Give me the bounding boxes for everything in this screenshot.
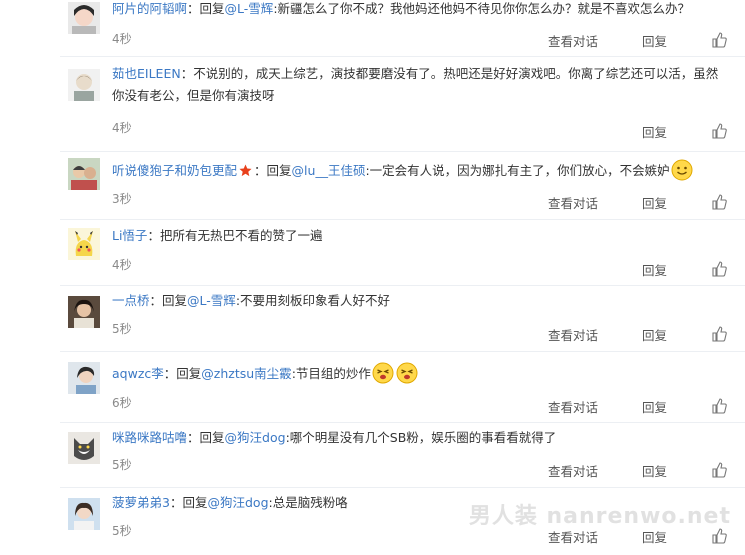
reply-link[interactable]: 回复 — [642, 260, 667, 279]
like-icon[interactable] — [711, 261, 727, 277]
comment-username[interactable]: 听说傻狍子和奶包更配 — [112, 163, 237, 178]
avatar[interactable] — [68, 2, 100, 34]
separator: ： — [254, 163, 267, 178]
like-icon[interactable] — [711, 194, 727, 210]
comment-text: 茹也EILEEN：不说别的，成天上综艺，演技都要磨没有了。热吧还是好好演戏吧。你… — [112, 63, 725, 107]
view-dialog-link[interactable]: 查看对话 — [548, 193, 598, 212]
view-dialog-link[interactable]: 查看对话 — [548, 397, 598, 416]
separator: ： — [187, 430, 200, 445]
comment-username[interactable]: 菠萝弟弟3 — [112, 495, 170, 510]
avatar[interactable] — [68, 432, 100, 464]
like-icon[interactable] — [711, 32, 727, 48]
comment-username[interactable]: 茹也EILEEN — [112, 66, 181, 81]
comment-item: 茹也EILEEN：不说别的，成天上综艺，演技都要磨没有了。热吧还是好好演戏吧。你… — [60, 57, 745, 152]
comment-actions: 查看对话 回复 — [504, 29, 727, 51]
comment-item: aqwzc李：回复@zhztsu南尘霰:节目组的炒作 6秒 查看对话 回复 — [60, 352, 745, 423]
comment-text: 听说傻狍子和奶包更配 ：回复@lu__王佳硕:一定会有人说，因为娜扎有主了，你们放… — [112, 159, 725, 182]
like-icon[interactable] — [711, 123, 727, 139]
comment-username[interactable]: Li悟子 — [112, 228, 147, 243]
timestamp: 4秒 — [112, 32, 132, 46]
view-dialog-link[interactable]: 查看对话 — [548, 461, 598, 480]
avatar[interactable] — [68, 228, 100, 260]
like-icon[interactable] — [711, 326, 727, 342]
reply-link[interactable]: 回复 — [642, 397, 667, 416]
mention-link[interactable]: @狗汪dog — [207, 495, 268, 510]
reply-link[interactable]: 回复 — [642, 193, 667, 212]
comment-text: 阿片的阿韬啊：回复@L-雪辉:新疆怎么了你不成？我他妈还他妈不待见你你怎么办？就… — [112, 0, 725, 20]
separator: ： — [169, 495, 183, 510]
reply-prefix: 回复 — [199, 1, 225, 16]
comment-username[interactable]: aqwzc李 — [112, 366, 164, 381]
avatar[interactable] — [68, 296, 100, 328]
comment-actions: 回复 — [598, 258, 727, 280]
comment-item: 一点桥：回复@L-雪辉:不要用刻板印象看人好不好 5秒 查看对话 回复 — [60, 286, 745, 352]
comment-username[interactable]: 一点桥 — [112, 293, 150, 308]
timestamp: 6秒 — [112, 396, 132, 410]
reply-prefix: 回复 — [182, 495, 208, 510]
timestamp: 4秒 — [112, 121, 132, 135]
comment-body: :新疆怎么了你不成？我他妈还他妈不待见你你怎么办？就是不喜欢怎么办？ — [273, 1, 691, 16]
timestamp: 5秒 — [112, 322, 132, 336]
comment-actions: 回复 — [598, 120, 727, 142]
comment-actions: 查看对话 回复 — [504, 459, 727, 481]
timestamp: 3秒 — [112, 192, 132, 206]
separator: ： — [163, 366, 177, 381]
like-icon[interactable] — [711, 528, 727, 544]
like-icon[interactable] — [711, 462, 727, 478]
like-icon[interactable] — [711, 398, 727, 414]
separator: ： — [147, 228, 160, 243]
comment-body: :一定会有人说，因为娜扎有主了，你们放心，不会嫉妒 — [365, 163, 670, 178]
mention-link[interactable]: @L-雪辉 — [187, 293, 236, 308]
reply-link[interactable]: 回复 — [642, 122, 667, 141]
vip-star-icon — [239, 162, 252, 177]
comment-body: :不要用刻板印象看人好不好 — [235, 293, 391, 308]
timestamp: 5秒 — [112, 524, 132, 538]
comment-actions: 查看对话 回复 — [504, 395, 727, 417]
mention-link[interactable]: @zhztsu南尘霰 — [201, 366, 291, 381]
comment-body: :总是脑残粉咯 — [268, 495, 348, 510]
avatar[interactable] — [68, 362, 100, 394]
mention-link[interactable]: @L-雪辉 — [225, 1, 274, 16]
reply-link[interactable]: 回复 — [642, 31, 667, 50]
avatar[interactable] — [68, 498, 100, 530]
avatar[interactable] — [68, 69, 100, 101]
reply-link[interactable]: 回复 — [642, 461, 667, 480]
comment-username[interactable]: 阿片的阿韬啊 — [112, 1, 187, 16]
separator: ： — [149, 293, 163, 308]
separator: ： — [187, 1, 200, 16]
comment-body: :节目组的炒作 — [291, 366, 371, 381]
laugh-emoji-icon — [372, 362, 394, 384]
mention-link[interactable]: @lu__王佳硕 — [292, 163, 366, 178]
watermark: 男人装 nanrenwo.net — [468, 504, 731, 529]
comment-body: :哪个明星没有几个SB粉，娱乐圈的事看看就得了 — [285, 430, 557, 445]
smile-emoji-icon — [671, 159, 693, 181]
separator: ： — [180, 66, 194, 81]
timestamp: 5秒 — [112, 458, 132, 472]
comment-text: 咪路咪路咕噜：回复@狗汪dog:哪个明星没有几个SB粉，娱乐圈的事看看就得了 — [112, 427, 725, 449]
reply-prefix: 回复 — [199, 430, 225, 445]
mention-link[interactable]: @狗汪dog — [225, 430, 286, 445]
laugh-emoji-icon — [396, 362, 418, 384]
comment-actions: 查看对话 回复 — [504, 323, 727, 345]
view-dialog-link[interactable]: 查看对话 — [548, 31, 598, 50]
reply-prefix: 回复 — [162, 293, 188, 308]
comment-item: 咪路咪路咕噜：回复@狗汪dog:哪个明星没有几个SB粉，娱乐圈的事看看就得了 5… — [60, 423, 745, 488]
reply-prefix: 回复 — [176, 366, 202, 381]
comment-body: 把所有无热巴不看的赞了一遍 — [159, 228, 323, 243]
avatar[interactable] — [68, 158, 100, 190]
comment-item: Li悟子：把所有无热巴不看的赞了一遍 4秒 回复 — [60, 220, 745, 286]
comment-body: 不说别的，成天上综艺，演技都要磨没有了。热吧还是好好演戏吧。你离了综艺还可以活，… — [112, 66, 719, 103]
reply-link[interactable]: 回复 — [642, 325, 667, 344]
comment-item: 听说傻狍子和奶包更配 ：回复@lu__王佳硕:一定会有人说，因为娜扎有主了，你们放… — [60, 152, 745, 220]
comment-username[interactable]: 咪路咪路咕噜 — [112, 430, 187, 445]
reply-prefix: 回复 — [266, 163, 292, 178]
view-dialog-link[interactable]: 查看对话 — [548, 325, 598, 344]
comment-item: 阿片的阿韬啊：回复@L-雪辉:新疆怎么了你不成？我他妈还他妈不待见你你怎么办？就… — [60, 0, 745, 57]
timestamp: 4秒 — [112, 258, 132, 272]
comment-text: Li悟子：把所有无热巴不看的赞了一遍 — [112, 225, 725, 247]
comment-actions: 查看对话 回复 — [504, 191, 727, 213]
comment-text: aqwzc李：回复@zhztsu南尘霰:节目组的炒作 — [112, 362, 725, 385]
comment-text: 一点桥：回复@L-雪辉:不要用刻板印象看人好不好 — [112, 290, 725, 312]
